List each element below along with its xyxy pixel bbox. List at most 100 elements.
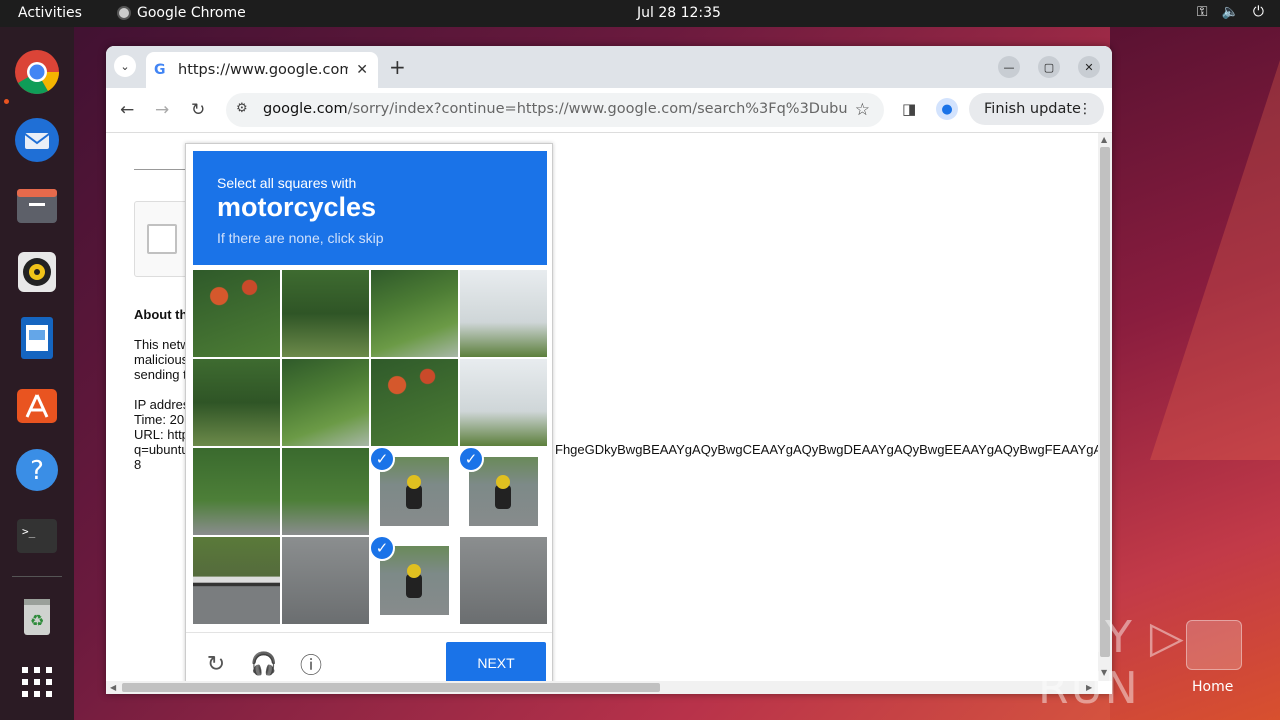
url-host: google.com	[263, 101, 348, 117]
grid-tile[interactable]	[460, 359, 547, 446]
dock-chrome[interactable]	[14, 49, 60, 95]
grid-tile[interactable]	[193, 359, 280, 446]
challenge-instruction: Select all squares with	[217, 175, 357, 191]
query-line: q=ubuntu	[134, 442, 189, 457]
dock-trash[interactable]: ♻	[14, 593, 60, 639]
dock-thunderbird[interactable]	[14, 117, 60, 163]
dock-help[interactable]: ?	[14, 447, 60, 493]
horizontal-scrollbar[interactable]: ◀ ▶	[106, 681, 1098, 694]
challenge-hint: If there are none, click skip	[217, 230, 384, 246]
query-line-end: 8	[134, 457, 142, 472]
app-name: Google Chrome	[137, 5, 246, 21]
help-icon: ?	[16, 449, 58, 491]
chrome-window: ⌄ G https://www.google.com/sorry/index ✕…	[106, 46, 1112, 694]
minimize-button[interactable]: —	[998, 56, 1020, 78]
dock-terminal[interactable]: >_	[14, 513, 60, 559]
audio-challenge-icon[interactable]: 🎧	[250, 651, 277, 677]
site-settings-icon[interactable]: ⚙	[236, 101, 248, 116]
time-line: Time: 20	[134, 412, 185, 427]
grid-tile[interactable]: ✓	[371, 537, 458, 624]
top-bar: Activities Google Chrome Jul 28 12:35 ⚿ …	[0, 0, 1280, 27]
recaptcha-challenge: Select all squares with motorcycles If t…	[185, 143, 553, 681]
new-tab-button[interactable]: +	[389, 55, 406, 79]
activities-button[interactable]: Activities	[18, 5, 82, 21]
ip-address-line: IP addres	[134, 397, 190, 412]
about-heading: About th	[134, 307, 188, 322]
maximize-button[interactable]: ▢	[1038, 56, 1060, 78]
url-path: /sorry/index?continue=https://www.google…	[347, 101, 848, 117]
volume-icon: 🔈	[1221, 4, 1239, 20]
chrome-small-icon	[117, 6, 131, 20]
tab-search-button[interactable]: ⌄	[114, 55, 136, 77]
reload-challenge-icon[interactable]: ↻	[203, 651, 229, 677]
vertical-scrollbar[interactable]: ▲ ▼	[1098, 133, 1112, 681]
body-line-2: malicious	[134, 352, 189, 367]
bookmark-star-icon[interactable]: ☆	[855, 100, 870, 120]
grid-tile[interactable]	[193, 537, 280, 624]
grid-tile[interactable]	[282, 448, 369, 535]
vertical-scroll-thumb[interactable]	[1100, 147, 1110, 657]
dock-rhythmbox[interactable]	[14, 249, 60, 295]
app-menu[interactable]: Google Chrome	[117, 5, 246, 21]
grid-tile[interactable]	[460, 537, 547, 624]
more-menu-icon[interactable]: ⋮	[1078, 101, 1092, 117]
grid-tile[interactable]	[282, 270, 369, 357]
wallpaper-shape	[1150, 60, 1280, 460]
forward-button[interactable]: →	[155, 100, 169, 120]
body-line-3: sending t	[134, 367, 187, 382]
dock-software[interactable]	[14, 381, 60, 427]
grid-tile[interactable]: ✓	[371, 448, 458, 535]
back-button[interactable]: ←	[120, 100, 134, 120]
dock-show-apps[interactable]	[14, 659, 60, 705]
grid-tile[interactable]	[371, 359, 458, 446]
grid-tile[interactable]	[282, 359, 369, 446]
scroll-up-arrow-icon[interactable]: ▲	[1101, 135, 1107, 144]
side-panel-icon[interactable]: ◨	[902, 100, 916, 118]
motorcycle-rider	[407, 475, 421, 489]
address-url[interactable]: google.com/sorry/index?continue=https://…	[263, 101, 848, 117]
tab-close-icon[interactable]: ✕	[356, 62, 368, 78]
trash-icon: ♻	[24, 599, 50, 635]
anyrun-watermark: ANY ▷ RUN	[1038, 612, 1186, 714]
page-content: About th This netw malicious sending t I…	[106, 133, 1098, 681]
finish-update-button[interactable]: Finish update ⋮	[969, 93, 1104, 125]
tab-strip: ⌄ G https://www.google.com/sorry/index ✕…	[106, 46, 1112, 88]
grid-tile[interactable]	[193, 270, 280, 357]
speaker-icon	[18, 252, 56, 292]
info-icon[interactable]: ⓘ	[298, 651, 324, 678]
app-grid-icon	[22, 667, 52, 697]
challenge-target: motorcycles	[217, 192, 377, 222]
dock: ? >_ ♻	[0, 27, 74, 720]
dock-writer[interactable]	[14, 315, 60, 361]
horizontal-scroll-thumb[interactable]	[122, 683, 660, 692]
reload-button[interactable]: ↻	[191, 100, 205, 120]
close-window-button[interactable]: ✕	[1078, 56, 1100, 78]
grid-tile[interactable]: ✓	[460, 448, 547, 535]
power-icon: ⏻	[1252, 4, 1264, 20]
dock-separator	[12, 576, 62, 577]
grid-tile[interactable]	[193, 448, 280, 535]
scroll-left-arrow-icon[interactable]: ◀	[110, 683, 116, 692]
finish-update-label: Finish update	[984, 101, 1081, 117]
challenge-footer-divider	[186, 632, 552, 633]
profile-avatar-icon[interactable]: ●	[936, 98, 958, 120]
grid-tile[interactable]	[282, 537, 369, 624]
chrome-icon	[15, 50, 59, 94]
image-grid: ✓ ✓ ✓	[193, 270, 547, 624]
tab-title: https://www.google.com/sorry/index	[178, 62, 348, 78]
home-folder-icon[interactable]	[1186, 620, 1242, 670]
grid-tile[interactable]	[371, 270, 458, 357]
query-string-overflow: FhgeGDkyBwgBEAAYgAQyBwgCEAAYgAQyBwgDEAAY…	[555, 442, 1098, 457]
next-button[interactable]: NEXT	[446, 642, 546, 681]
recaptcha-checkbox[interactable]	[147, 224, 177, 254]
system-tray[interactable]: ⚿ 🔈 ⏻	[1197, 4, 1264, 20]
grid-tile[interactable]	[460, 270, 547, 357]
network-icon: ⚿	[1196, 4, 1208, 20]
clock[interactable]: Jul 28 12:35	[637, 5, 721, 21]
motorcycle-rider	[407, 564, 421, 578]
address-bar[interactable]: ⚙ google.com/sorry/index?continue=https:…	[226, 93, 884, 127]
tab-active[interactable]: G https://www.google.com/sorry/index ✕	[146, 52, 378, 88]
dock-files[interactable]	[14, 183, 60, 229]
files-icon	[17, 189, 57, 223]
url-line[interactable]: URL: http	[134, 427, 189, 442]
